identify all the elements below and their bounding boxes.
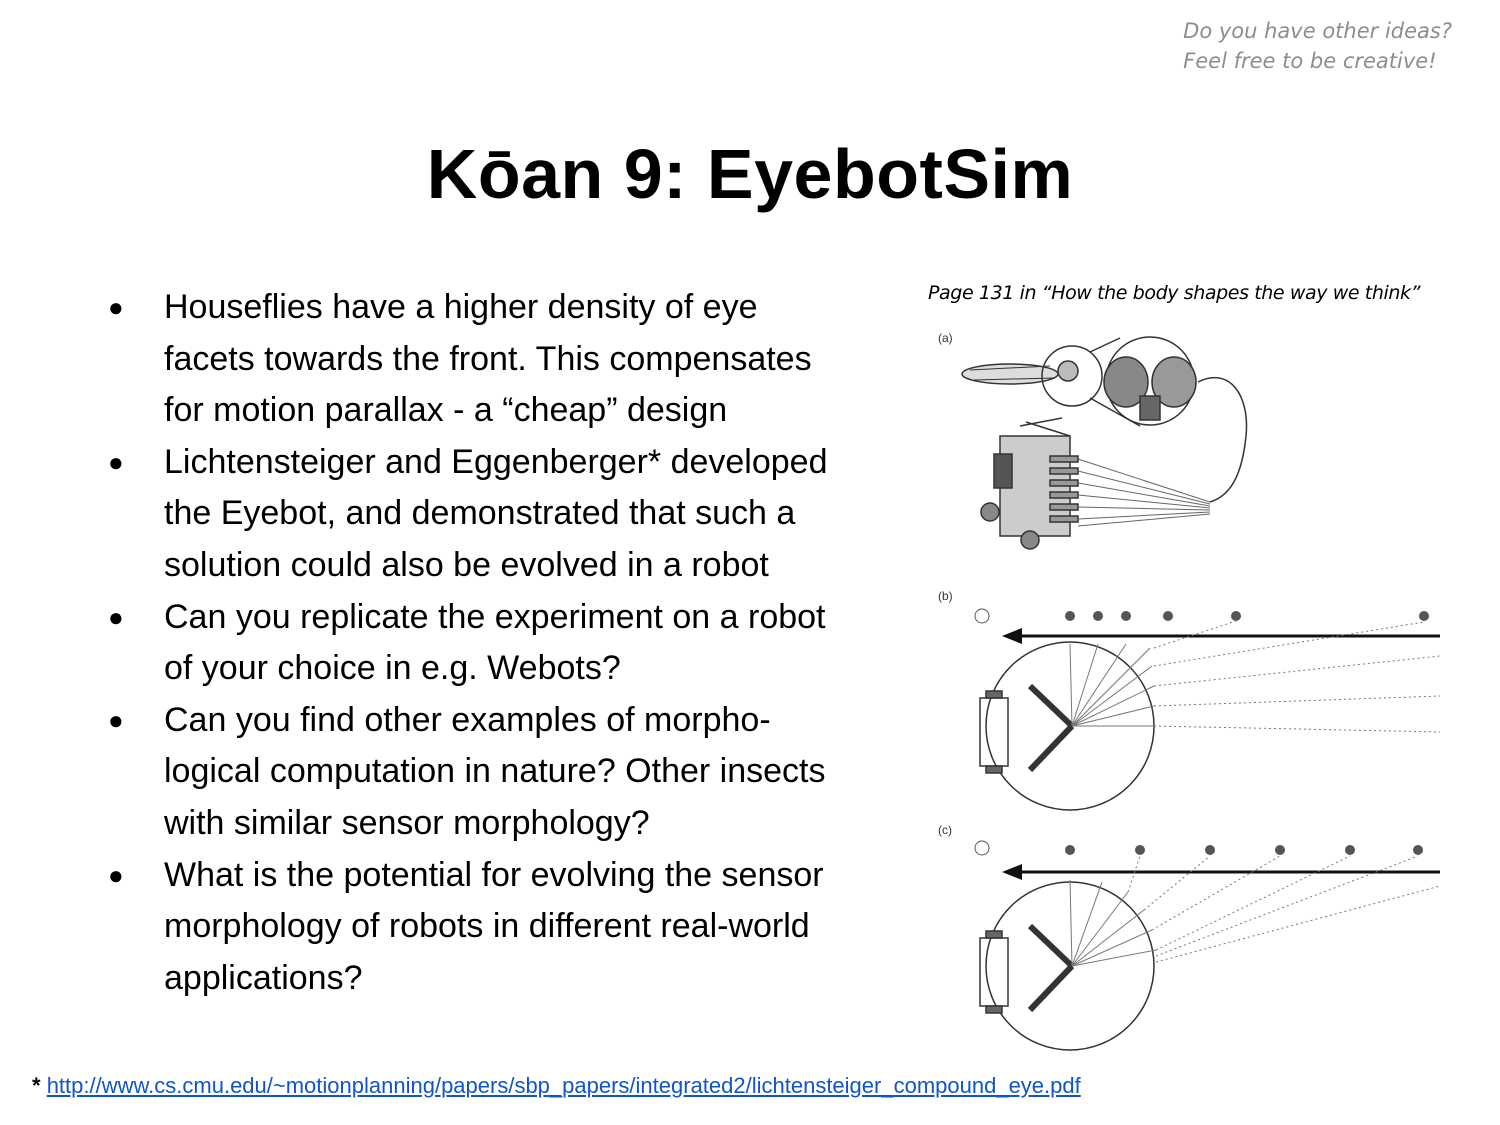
panel-c-targets [974, 840, 1423, 856]
bullet-dot-icon: ● [108, 292, 124, 322]
bullet-line: facets towards the front. This compensat… [164, 339, 812, 378]
footnote: * http://www.cs.cmu.edu/~motionplanning/… [32, 1071, 1081, 1101]
slide-title: Kōan 9: EyebotSim [426, 135, 1074, 213]
panel-b-targets [974, 608, 1429, 624]
panel-label-c: (c) [938, 823, 952, 837]
bullet-line: Houseflies have a higher density of eye [164, 288, 758, 326]
panel-c-arrow [1002, 864, 1440, 880]
bullet-line: solution could also be evolved in a robo… [164, 545, 769, 584]
bullet-dot-icon: ● [108, 704, 124, 735]
figure-caption: Page 131 in “How the body shapes the way… [928, 282, 1421, 304]
corner-note: Do you have other ideas? Feel free to be… [1183, 16, 1452, 76]
bullet-line: with similar sensor morphology? [164, 803, 650, 842]
bullet-line: What is the potential for evolving the s… [164, 855, 824, 894]
bullet-line: Can you replicate the experiment on a ro… [164, 597, 826, 636]
bullet-line: Can you find other examples of morpho- [164, 700, 771, 739]
panel-label-b: (b) [938, 589, 953, 603]
corner-note-line-2: Feel free to be creative! [1183, 49, 1437, 73]
connector-curve [1197, 376, 1248, 503]
footnote-link[interactable]: http://www.cs.cmu.edu/~motionplanning/pa… [47, 1073, 1081, 1098]
footnote-marker: * [32, 1073, 41, 1098]
bullet-dot-icon: ● [108, 446, 124, 477]
bullet-list: ● Houseflies have a higher density of ey… [100, 282, 920, 1004]
bullet-line: of your choice in e.g. Webots? [164, 649, 621, 688]
bullet-item: ● Houseflies have a higher density of ey… [100, 282, 920, 437]
bullet-dot-icon: ● [108, 601, 124, 632]
corner-note-line-1: Do you have other ideas? [1183, 19, 1452, 43]
bullet-line: Lichtensteiger and Eggenberger* develope… [164, 442, 828, 481]
bullet-item: ● Can you find other examples of morpho-… [100, 695, 920, 850]
bullet-dot-icon: ● [108, 859, 124, 890]
eyebot-figure: (a) (b) (c) [938, 331, 1441, 1051]
panel-b-rays [1069, 620, 1441, 733]
bullet-line: the Eyebot, and demonstrated that such a [164, 494, 796, 533]
bullet-item: ● Can you replicate the experiment on a … [100, 592, 920, 695]
panel-label-a: (a) [938, 331, 953, 345]
panel-c-robot [979, 881, 1155, 1051]
bullet-item: ● Lichtensteiger and Eggenberger* develo… [100, 437, 920, 592]
eyebot-robot-drawing [980, 417, 1211, 550]
bullet-item: ● What is the potential for evolving the… [100, 850, 920, 1005]
bullet-line: applications? [164, 958, 363, 997]
bullet-line: for motion parallax - a “cheap” design [164, 391, 728, 430]
bullet-line: morphology of robots in different real-w… [164, 907, 810, 946]
bullet-line: logical computation in nature? Other ins… [164, 752, 826, 791]
fly-head-closeup [1103, 336, 1197, 426]
